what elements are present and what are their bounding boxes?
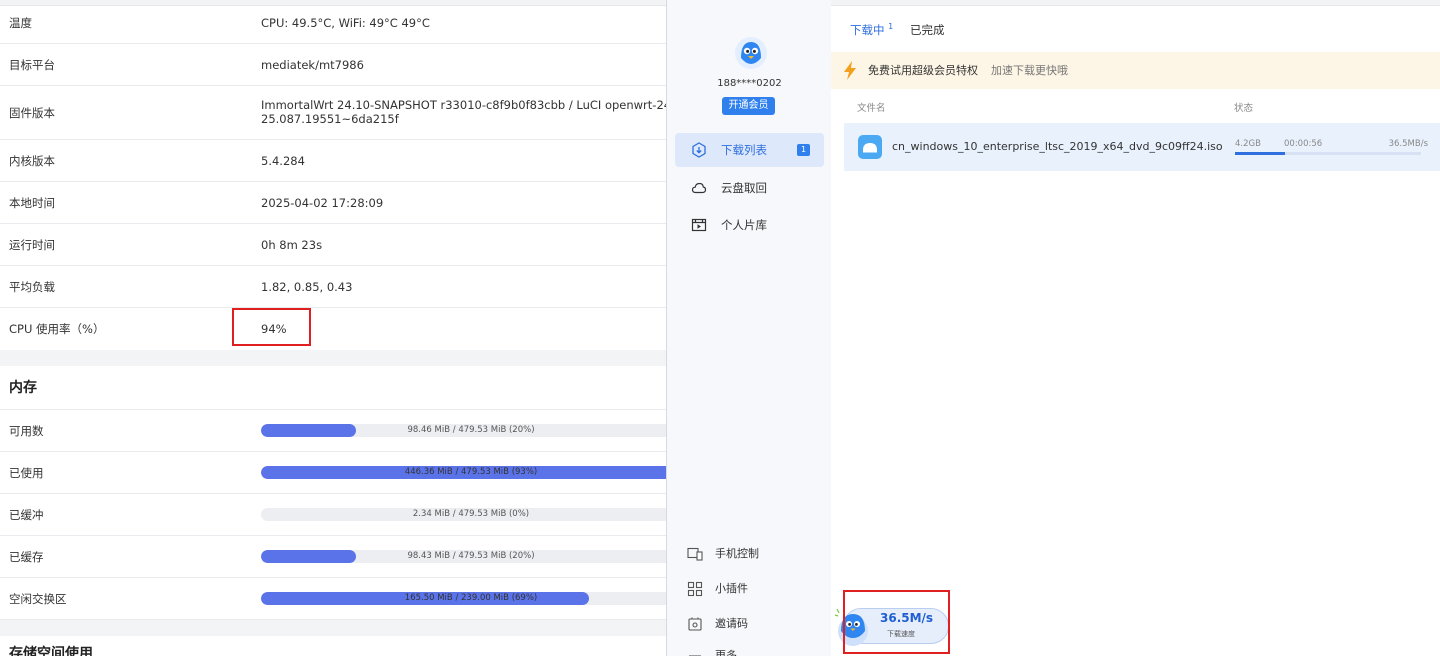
- memory-row-buffered: 已缓冲 2.34 MiB / 479.53 MiB (0%): [0, 494, 666, 536]
- memory-row-available: 可用数 98.46 MiB / 479.53 MiB (20%): [0, 410, 666, 452]
- memory-bar: 2.34 MiB / 479.53 MiB (0%): [261, 508, 666, 521]
- video-library-icon: [691, 218, 707, 232]
- nav-personal-library[interactable]: 个人片库: [675, 208, 824, 242]
- column-header-status: 状态: [1234, 103, 1254, 114]
- memory-bar: 98.46 MiB / 479.53 MiB (20%): [261, 424, 666, 437]
- tab-label: 下载中: [850, 23, 885, 37]
- memory-bar: 165.50 MiB / 239.00 MiB (69%): [261, 592, 666, 605]
- info-row-kernel: 内核版本 5.4.284: [0, 140, 666, 182]
- nav-cloud-retrieve[interactable]: 云盘取回: [675, 171, 824, 205]
- tab-completed[interactable]: 已完成: [910, 22, 945, 38]
- nav-label: 个人片库: [721, 218, 767, 232]
- lightning-icon: [844, 61, 856, 80]
- storage-section-title: 存储空间使用: [9, 646, 93, 656]
- download-size: 4.2GB: [1235, 139, 1261, 149]
- info-value-line2: 25.087.19551~6da215f: [261, 112, 399, 126]
- router-status-panel: 温度 CPU: 49.5°C, WiFi: 49°C 49°C 目标平台 med…: [0, 0, 666, 656]
- tool-invite-code[interactable]: 邀请码: [687, 613, 827, 635]
- cpu-usage-highlight: [232, 308, 311, 346]
- phone-control-icon: [687, 547, 703, 561]
- info-value: 0h 8m 23s: [261, 238, 323, 252]
- info-value: 1.82, 0.85, 0.43: [261, 280, 353, 294]
- info-label: 固件版本: [9, 106, 55, 120]
- memory-label: 可用数: [9, 424, 44, 438]
- info-value: CPU: 49.5°C, WiFi: 49°C 49°C: [261, 16, 430, 30]
- invite-code-icon: [688, 617, 702, 631]
- tool-plugins[interactable]: 小插件: [687, 578, 827, 600]
- info-row-cpu-usage: CPU 使用率（%） 94%: [0, 308, 666, 350]
- memory-label: 已使用: [9, 466, 44, 480]
- memory-label: 已缓冲: [9, 508, 44, 522]
- memory-row-swap-free: 空闲交换区 165.50 MiB / 239.00 MiB (69%): [0, 578, 666, 620]
- memory-bar-text: 165.50 MiB / 239.00 MiB (69%): [404, 593, 538, 603]
- info-value: 5.4.284: [261, 154, 305, 168]
- cloud-icon: [691, 182, 707, 194]
- tool-label: 小插件: [715, 582, 748, 595]
- plugin-grid-icon: [687, 581, 703, 597]
- info-label: 内核版本: [9, 154, 55, 168]
- download-progress-bar: [1235, 152, 1421, 155]
- section-divider: [0, 350, 666, 366]
- memory-header-row: [0, 366, 666, 410]
- memory-label: 空闲交换区: [9, 592, 67, 606]
- info-row-load-average: 平均负载 1.82, 0.85, 0.43: [0, 266, 666, 308]
- memory-bar: 446.36 MiB / 479.53 MiB (93%): [261, 466, 666, 479]
- vip-promo-banner[interactable]: 免费试用超级会员特权 加速下载更快哦: [831, 52, 1440, 89]
- info-value: mediatek/mt7986: [261, 58, 364, 72]
- info-value: 2025-04-02 17:28:09: [261, 196, 384, 210]
- download-speed: 36.5MB/s: [1388, 139, 1428, 149]
- memory-bar-text: 2.34 MiB / 479.53 MiB (0%): [412, 509, 530, 519]
- memory-row-cached: 已缓存 98.43 MiB / 479.53 MiB (20%): [0, 536, 666, 578]
- info-label: 温度: [9, 16, 32, 30]
- memory-row-used: 已使用 446.36 MiB / 479.53 MiB (93%): [0, 452, 666, 494]
- info-row-uptime: 运行时间 0h 8m 23s: [0, 224, 666, 266]
- username: 188****0202: [717, 78, 782, 89]
- download-remaining-time: 00:00:56: [1284, 139, 1323, 149]
- info-value: ImmortalWrt 24.10-SNAPSHOT r33010-c8f9b0…: [261, 98, 666, 112]
- tool-more[interactable]: 更多: [687, 645, 827, 656]
- info-row-local-time: 本地时间 2025-04-02 17:28:09: [0, 182, 666, 224]
- tool-phone-control[interactable]: 手机控制: [687, 543, 827, 565]
- tab-downloading[interactable]: 下载中 1: [850, 22, 893, 38]
- downloader-sidebar: 188****0202 开通会员 下载列表 1 云盘取回 个人片库 手机控制 小…: [666, 0, 831, 656]
- download-list-icon: [692, 142, 706, 158]
- speed-highlight: [843, 590, 950, 654]
- top-divider: [831, 0, 1440, 6]
- section-divider: [0, 620, 666, 636]
- iso-file-icon: [858, 135, 882, 159]
- info-label: CPU 使用率（%）: [9, 322, 105, 336]
- promo-title: 免费试用超级会员特权: [868, 64, 978, 77]
- user-avatar-icon[interactable]: [734, 36, 768, 70]
- memory-bar: 98.43 MiB / 479.53 MiB (20%): [261, 550, 666, 563]
- info-label: 目标平台: [9, 58, 55, 72]
- more-icon: [689, 655, 701, 656]
- download-progress-fill: [1235, 152, 1286, 155]
- info-row-target-platform: 目标平台 mediatek/mt7986: [0, 44, 666, 86]
- memory-bar-text: 446.36 MiB / 479.53 MiB (93%): [404, 467, 538, 477]
- tool-label: 邀请码: [715, 617, 748, 630]
- memory-label: 已缓存: [9, 550, 44, 564]
- nav-label: 云盘取回: [721, 181, 767, 195]
- info-label: 运行时间: [9, 238, 55, 252]
- download-filename: cn_windows_10_enterprise_ltsc_2019_x64_d…: [892, 140, 1223, 153]
- tab-label: 已完成: [910, 23, 945, 37]
- download-item[interactable]: cn_windows_10_enterprise_ltsc_2019_x64_d…: [844, 123, 1440, 171]
- nav-download-list[interactable]: 下载列表 1: [675, 133, 824, 167]
- memory-bar-text: 98.46 MiB / 479.53 MiB (20%): [407, 425, 535, 435]
- tab-count: 1: [888, 22, 894, 32]
- column-header-filename: 文件名: [857, 103, 886, 114]
- tool-label: 手机控制: [715, 547, 759, 560]
- info-label: 平均负载: [9, 280, 55, 294]
- open-vip-button[interactable]: 开通会员: [722, 97, 775, 115]
- info-label: 本地时间: [9, 196, 55, 210]
- info-row-firmware: 固件版本 ImmortalWrt 24.10-SNAPSHOT r33010-c…: [0, 86, 666, 140]
- download-main-panel: 下载中 1 已完成 免费试用超级会员特权 加速下载更快哦 文件名 状态 cn_w…: [831, 0, 1440, 656]
- tool-label: 更多: [715, 649, 737, 656]
- download-count-badge: 1: [797, 144, 810, 156]
- promo-subtitle: 加速下载更快哦: [991, 64, 1068, 77]
- nav-label: 下载列表: [721, 143, 767, 157]
- memory-bar-text: 98.43 MiB / 479.53 MiB (20%): [407, 551, 535, 561]
- info-row-temperature: 温度 CPU: 49.5°C, WiFi: 49°C 49°C: [0, 2, 666, 44]
